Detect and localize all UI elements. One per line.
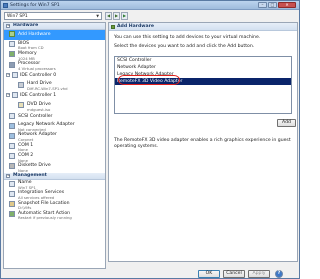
integration-services-icon — [9, 190, 15, 197]
device-item-network-adapter[interactable]: Network Adapter — [115, 64, 291, 71]
add-hardware-panel: Add Hardware You can use this setting to… — [108, 22, 298, 262]
network-adapter-icon — [9, 122, 15, 129]
tree-item-scsi-controller[interactable]: SCSI Controller — [4, 112, 105, 122]
settings-app-icon — [3, 3, 8, 8]
tree-item-processor[interactable]: Processor 4 Virtual processors — [4, 61, 105, 71]
processor-icon — [9, 61, 15, 68]
chip-icon — [9, 41, 15, 48]
tree-item-ide-controller-0[interactable]: − IDE Controller 0 — [4, 71, 105, 81]
scsi-controller-icon — [9, 112, 15, 119]
add-hardware-icon — [9, 31, 15, 37]
vm-toolbar: Win7 SP1 ▼ ◀ ▶ ▶ — [1, 11, 299, 22]
tree-item-label: IDE Controller 1 — [20, 93, 57, 99]
tree-item-com-2[interactable]: COM 2 None — [4, 152, 105, 163]
chevron-down-icon: ▼ — [96, 14, 99, 18]
device-description: The RemoteFX 3D video adapter enables a … — [114, 138, 291, 149]
help-icon[interactable]: ? — [275, 270, 283, 278]
tree-item-integration-services[interactable]: Integration Services All services offere… — [4, 190, 105, 200]
network-adapter-icon — [9, 132, 15, 139]
serial-port-icon — [9, 153, 15, 160]
collapse-toggle-icon[interactable]: − — [6, 24, 10, 28]
management-section-header[interactable]: − Management — [4, 172, 105, 180]
settings-tree: − Hardware Add Hardware BIOS Boot from C… — [3, 22, 106, 269]
panel-header: Add Hardware — [109, 23, 297, 31]
apply-button[interactable]: Apply — [248, 270, 270, 278]
ide-controller-icon — [12, 92, 18, 99]
tree-item-hard-drive[interactable]: Hard Drive Diff-RC-Win7-SP1.vhd — [4, 81, 105, 91]
tree-item-ide-controller-1[interactable]: − IDE Controller 1 — [4, 91, 105, 101]
dvd-drive-icon — [18, 102, 24, 109]
serial-port-icon — [9, 143, 15, 150]
title-bar[interactable]: Settings for Win7 SP1 – □ ✕ — [1, 1, 299, 10]
collapse-toggle-icon[interactable]: − — [6, 72, 10, 77]
back-arrow-button[interactable]: ◀ — [105, 12, 112, 20]
tree-item-label: IDE Controller 0 — [20, 72, 57, 78]
folder-icon — [9, 201, 15, 207]
forward-arrow-button[interactable]: ▶ — [113, 12, 120, 20]
memory-icon — [9, 51, 15, 58]
tree-item-label: SCSI Controller — [18, 113, 53, 119]
hardware-section-label: Hardware — [13, 23, 39, 28]
hardware-section-header[interactable]: − Hardware — [4, 23, 105, 30]
device-list[interactable]: SCSI Controller Network Adapter Legacy N… — [114, 56, 292, 114]
close-button[interactable]: ✕ — [278, 2, 296, 8]
start-action-icon — [9, 211, 15, 218]
tree-item-diskette-drive[interactable]: Diskette Drive None — [4, 162, 105, 173]
annotation-highlight-circle — [118, 75, 180, 85]
tree-item-automatic-start[interactable]: Automatic Start Action Restart if previo… — [4, 210, 105, 220]
tree-item-network-adapter[interactable]: Network Adapter Corpnet — [4, 132, 105, 142]
tree-item-snapshot-location[interactable]: Snapshot File Location D:\VMs — [4, 200, 105, 210]
tree-item-memory[interactable]: Memory 1024 MB — [4, 50, 105, 61]
tree-item-sublabel: Restart if previously running — [18, 215, 72, 221]
tree-item-name[interactable]: Name Win7 SP1 — [4, 180, 105, 190]
ide-controller-icon — [12, 71, 18, 78]
add-hardware-icon — [111, 25, 115, 29]
tree-item-label: Add Hardware — [18, 32, 51, 37]
panel-instruction-text: Select the devices you want to add and c… — [114, 44, 255, 49]
minimize-button[interactable]: – — [258, 2, 267, 8]
maximize-button[interactable]: □ — [268, 2, 277, 8]
device-item-scsi-controller[interactable]: SCSI Controller — [115, 57, 291, 64]
panel-intro-text: You can use this setting to add devices … — [114, 35, 261, 40]
window-title: Settings for Win7 SP1 — [10, 3, 60, 8]
name-icon — [9, 180, 15, 187]
start-vm-button[interactable]: ▶ — [121, 12, 128, 20]
hard-drive-icon — [18, 81, 24, 88]
tree-item-bios[interactable]: BIOS Boot from CD — [4, 40, 105, 50]
cancel-button[interactable]: Cancel — [223, 270, 245, 278]
tree-item-dvd-drive[interactable]: DVD Drive mdguest.iso — [4, 101, 105, 112]
management-section-label: Management — [13, 172, 47, 178]
vm-selector-value: Win7 SP1 — [7, 14, 28, 19]
panel-title: Add Hardware — [117, 24, 154, 29]
ok-button[interactable]: OK — [198, 270, 220, 278]
diskette-icon — [9, 163, 15, 170]
settings-window: Settings for Win7 SP1 – □ ✕ Win7 SP1 ▼ ◀… — [0, 0, 300, 279]
tree-item-com-1[interactable]: COM 1 None — [4, 142, 105, 152]
collapse-toggle-icon[interactable]: − — [6, 173, 10, 178]
tree-item-add-hardware[interactable]: Add Hardware — [4, 30, 105, 41]
tree-item-legacy-network-adapter[interactable]: Legacy Network Adapter Not connected — [4, 122, 105, 132]
collapse-toggle-icon[interactable]: − — [6, 93, 10, 98]
vm-selector-dropdown[interactable]: Win7 SP1 ▼ — [4, 12, 102, 20]
add-button[interactable]: Add — [277, 119, 296, 127]
